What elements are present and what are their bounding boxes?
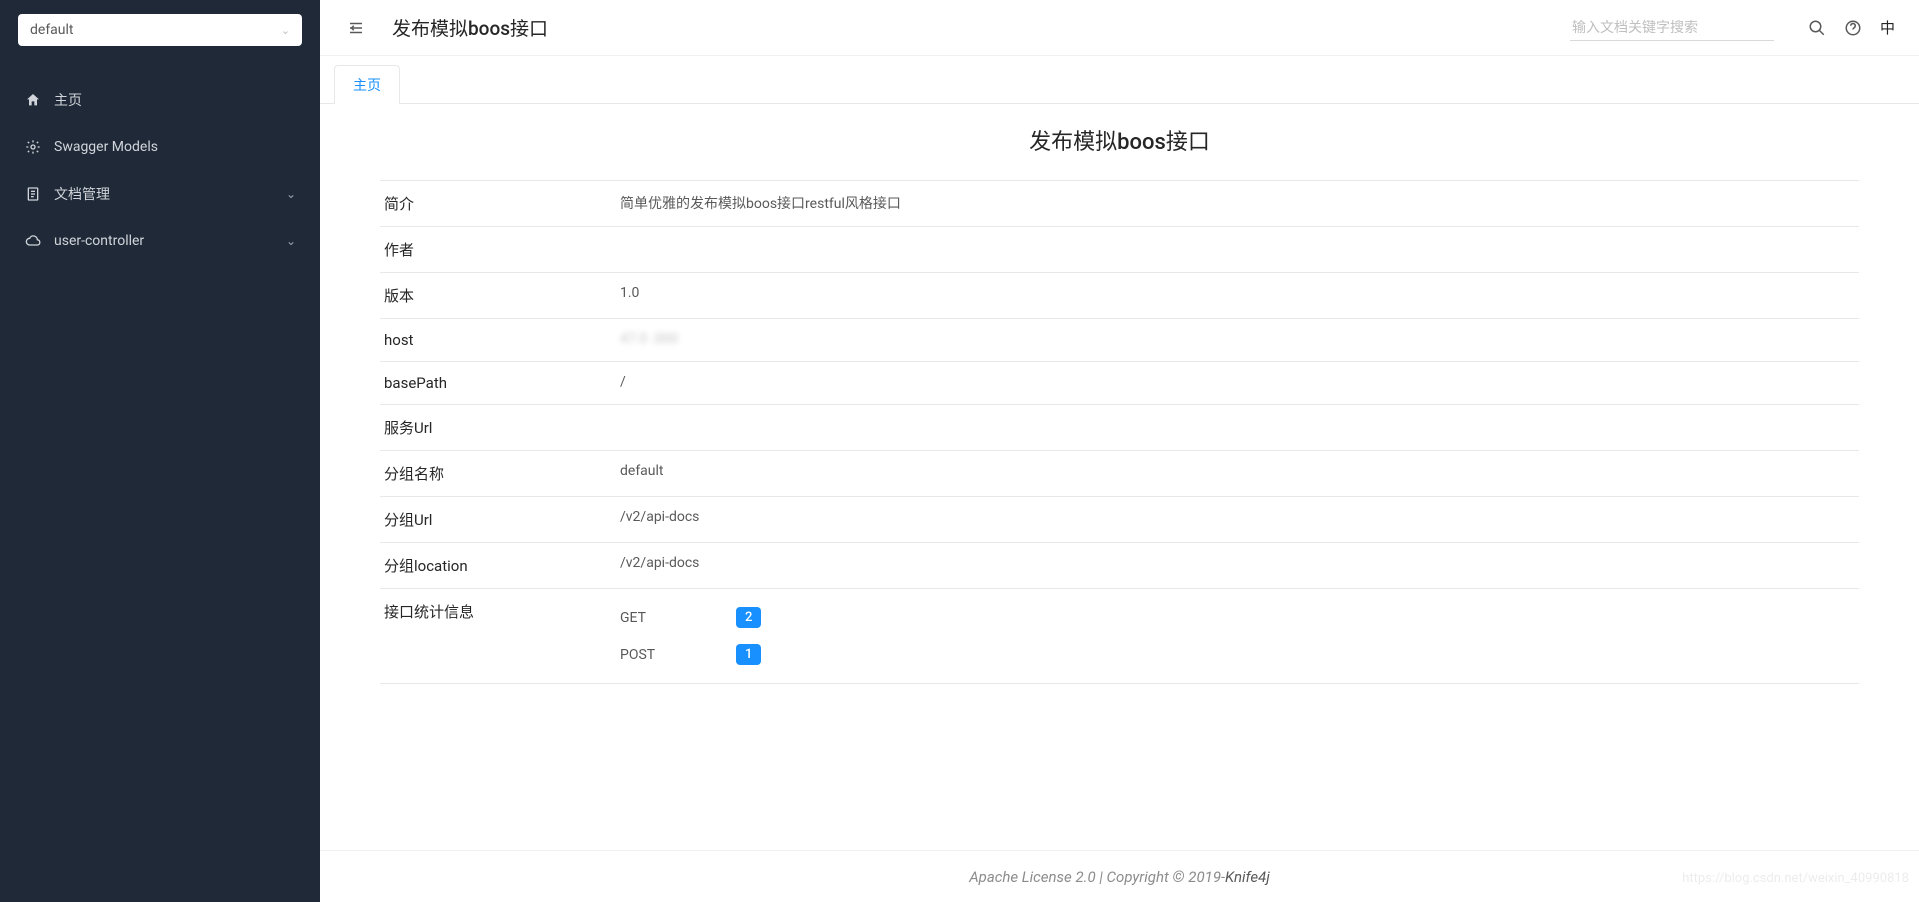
main: 发布模拟boos接口 中 主页 发布模拟boos接口 简介 简单优雅的发布模拟b… xyxy=(320,0,1919,902)
info-val: default xyxy=(620,463,1859,484)
doc-icon xyxy=(24,185,42,203)
info-key: basePath xyxy=(380,374,620,392)
info-row-intro: 简介 简单优雅的发布模拟boos接口restful风格接口 xyxy=(380,180,1859,227)
stat-line-post: POST 1 xyxy=(620,638,1859,671)
info-row-stats: 接口统计信息 GET 2 POST 1 xyxy=(380,589,1859,684)
footer: Apache License 2.0 | Copyright © 2019-Kn… xyxy=(320,850,1919,902)
info-row-host: host 47.0 .000 xyxy=(380,319,1859,362)
search-input[interactable] xyxy=(1572,19,1772,35)
stat-badge: 1 xyxy=(736,644,761,665)
sidebar-item-label: 主页 xyxy=(54,90,296,110)
watermark: https://blog.csdn.net/weixin_40990818 xyxy=(1682,871,1909,886)
stat-line-get: GET 2 xyxy=(620,601,1859,634)
content: 发布模拟boos接口 简介 简单优雅的发布模拟boos接口restful风格接口… xyxy=(320,104,1919,850)
sidebar-item-home[interactable]: 主页 xyxy=(0,76,320,124)
info-row-grouploc: 分组location /v2/api-docs xyxy=(380,543,1859,589)
cloud-icon xyxy=(24,232,42,250)
search-icon[interactable] xyxy=(1806,17,1828,39)
info-key: 简介 xyxy=(380,193,620,214)
help-icon[interactable] xyxy=(1842,17,1864,39)
info-key: 分组location xyxy=(380,555,620,576)
info-val xyxy=(620,239,1859,260)
chevron-down-icon: ⌄ xyxy=(281,24,290,37)
sidebar-item-label: user-controller xyxy=(54,233,286,249)
info-row-groupurl: 分组Url /v2/api-docs xyxy=(380,497,1859,543)
footer-license: Apache License 2.0 xyxy=(969,868,1095,886)
info-val xyxy=(620,417,1859,438)
page-title: 发布模拟boos接口 xyxy=(392,14,1570,41)
chevron-down-icon: ⌄ xyxy=(286,234,296,248)
models-icon xyxy=(24,138,42,156)
info-row-serviceurl: 服务Url xyxy=(380,405,1859,451)
sidebar-item-doc-manage[interactable]: 文档管理 ⌄ xyxy=(0,170,320,218)
info-val: /v2/api-docs xyxy=(620,509,1859,530)
home-icon xyxy=(24,91,42,109)
info-val: / xyxy=(620,374,1859,392)
sidebar-item-user-controller[interactable]: user-controller ⌄ xyxy=(0,218,320,264)
language-toggle[interactable]: 中 xyxy=(1880,17,1895,38)
info-key: host xyxy=(380,331,620,349)
sidebar-item-label: Swagger Models xyxy=(54,139,296,155)
sidebar-item-swagger-models[interactable]: Swagger Models xyxy=(0,124,320,170)
stat-method: POST xyxy=(620,647,736,663)
info-row-groupname: 分组名称 default xyxy=(380,451,1859,497)
header: 发布模拟boos接口 中 xyxy=(320,0,1919,56)
info-row-version: 版本 1.0 xyxy=(380,273,1859,319)
stats-list: GET 2 POST 1 xyxy=(620,601,1859,671)
tab-home[interactable]: 主页 xyxy=(334,65,400,104)
info-val: /v2/api-docs xyxy=(620,555,1859,576)
content-title: 发布模拟boos接口 xyxy=(380,124,1859,156)
info-key: 接口统计信息 xyxy=(380,601,620,671)
tabs: 主页 xyxy=(320,56,1919,104)
info-val: 简单优雅的发布模拟boos接口restful风格接口 xyxy=(620,193,1859,214)
info-row-basepath: basePath / xyxy=(380,362,1859,405)
info-key: 分组名称 xyxy=(380,463,620,484)
group-select-value: default xyxy=(30,22,74,38)
info-row-author: 作者 xyxy=(380,227,1859,273)
sidebar-collapse-button[interactable] xyxy=(344,16,368,40)
group-select[interactable]: default ⌄ xyxy=(18,14,302,46)
sidebar: default ⌄ 主页 Swagger Models 文 xyxy=(0,0,320,902)
copyright-icon: © xyxy=(1172,867,1184,886)
info-table: 简介 简单优雅的发布模拟boos接口restful风格接口 作者 版本 1.0 … xyxy=(380,180,1859,684)
info-key: 作者 xyxy=(380,239,620,260)
stat-badge: 2 xyxy=(736,607,761,628)
sidebar-item-label: 文档管理 xyxy=(54,184,286,204)
info-key: 版本 xyxy=(380,285,620,306)
info-key: 服务Url xyxy=(380,417,620,438)
info-val: 47.0 .000 xyxy=(620,331,1859,349)
stat-method: GET xyxy=(620,610,736,626)
footer-product-link[interactable]: Knife4j xyxy=(1225,868,1270,886)
info-key: 分组Url xyxy=(380,509,620,530)
info-val: 1.0 xyxy=(620,285,1859,306)
footer-year: 2019- xyxy=(1188,868,1225,886)
chevron-down-icon: ⌄ xyxy=(286,187,296,201)
footer-copyright: | Copyright xyxy=(1096,868,1173,886)
